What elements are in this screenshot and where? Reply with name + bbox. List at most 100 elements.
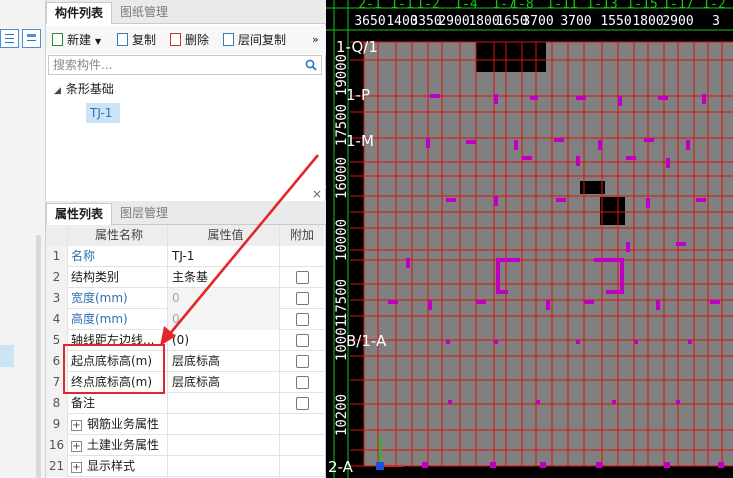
property-row[interactable]: 3 宽度(mm) 0 — [46, 288, 326, 309]
copy-icon — [117, 33, 128, 46]
column-mark — [634, 340, 638, 344]
floor-copy-button[interactable]: 层间复制 — [223, 31, 286, 49]
column-mark — [530, 96, 538, 100]
delete-button[interactable]: 删除 — [170, 31, 209, 49]
property-value[interactable]: 层底标高 — [168, 351, 280, 372]
column-mark — [576, 96, 586, 100]
add-checkbox[interactable] — [296, 292, 309, 305]
property-name: 结构类别 — [68, 267, 168, 288]
property-row[interactable]: 8 备注 — [46, 393, 326, 414]
panel-close-button[interactable]: × — [312, 188, 322, 200]
property-row[interactable]: 1 名称 TJ-1 — [46, 246, 326, 267]
property-value[interactable]: (0) — [168, 330, 280, 351]
column-mark — [688, 340, 692, 344]
column-mark — [496, 290, 508, 294]
tree-group-label: 条形基础 — [65, 82, 114, 96]
property-add-cell — [280, 309, 324, 330]
column-mark — [476, 300, 486, 304]
property-row[interactable]: 2 结构类别 主条基 — [46, 267, 326, 288]
property-name-label: 显示样式 — [87, 459, 136, 473]
row-index: 3 — [46, 288, 68, 309]
property-row[interactable]: 21 + 显示样式 — [46, 456, 326, 477]
collapse-triangle-icon[interactable]: ◢ — [54, 86, 61, 96]
column-mark — [554, 138, 564, 142]
search-box — [48, 55, 322, 75]
property-value[interactable] — [168, 414, 280, 435]
toolbar-more-button[interactable]: » — [312, 31, 319, 49]
property-name[interactable]: + 钢筋业务属性 — [68, 414, 168, 435]
left-dimension-label: 19000 — [334, 54, 350, 96]
left-dimension-label: 10000 — [334, 219, 350, 261]
column-mark — [540, 462, 546, 468]
property-value[interactable]: 主条基 — [168, 267, 280, 288]
column-mark — [656, 300, 660, 310]
column-mark — [406, 258, 410, 268]
property-row[interactable]: 4 高度(mm) 0 — [46, 309, 326, 330]
column-mark — [710, 300, 720, 304]
add-checkbox[interactable] — [296, 376, 309, 389]
search-input[interactable] — [49, 56, 299, 74]
add-checkbox[interactable] — [296, 313, 309, 326]
property-add-cell — [280, 288, 324, 309]
row-index: 21 — [46, 456, 68, 477]
row-index: 16 — [46, 435, 68, 456]
top-dimension-label: 3350 — [410, 14, 441, 29]
column-mark — [576, 156, 580, 166]
selected-item-highlight[interactable] — [0, 345, 14, 367]
property-row[interactable]: 9 + 钢筋业务属性 — [46, 414, 326, 435]
property-value[interactable] — [168, 456, 280, 477]
new-button[interactable]: 新建 ▼ — [52, 31, 101, 49]
column-mark — [466, 140, 476, 144]
copy-button[interactable]: 复制 — [117, 31, 156, 49]
add-checkbox[interactable] — [296, 355, 309, 368]
property-name[interactable]: + 土建业务属性 — [68, 435, 168, 456]
property-row[interactable]: 16 + 土建业务属性 — [46, 435, 326, 456]
property-value[interactable] — [168, 435, 280, 456]
expand-plus-icon[interactable]: + — [71, 462, 82, 473]
property-add-cell — [280, 393, 324, 414]
column-mark — [426, 138, 430, 148]
tree-group-strip-foundation[interactable]: ◢ 条形基础 — [54, 79, 114, 99]
column-mark — [496, 258, 500, 294]
column-axis-label: 1-8 — [510, 0, 533, 12]
left-dimension-label: 17500 — [334, 104, 350, 146]
list-view-icon[interactable] — [0, 29, 19, 48]
property-name[interactable]: + 显示样式 — [68, 456, 168, 477]
expand-plus-icon[interactable]: + — [71, 420, 82, 431]
slab-opening — [600, 197, 625, 225]
column-mark — [664, 462, 670, 468]
tab-drawing-management[interactable]: 图纸管理 — [112, 2, 176, 24]
expand-plus-icon[interactable]: + — [71, 441, 82, 452]
property-name: 宽度(mm) — [68, 288, 168, 309]
column-axis-label: 1-2 — [416, 0, 439, 12]
search-icon[interactable] — [305, 59, 317, 71]
column-mark — [428, 300, 432, 310]
column-mark — [536, 400, 540, 404]
add-checkbox[interactable] — [296, 334, 309, 347]
property-name-label: 钢筋业务属性 — [87, 417, 160, 431]
column-mark — [646, 198, 650, 208]
window-icon[interactable] — [22, 29, 41, 48]
row-axis-label: B/1-A — [346, 332, 387, 350]
property-value[interactable]: 层底标高 — [168, 372, 280, 393]
vertical-scrollbar[interactable] — [36, 235, 41, 478]
property-name-label: 土建业务属性 — [87, 438, 160, 452]
add-checkbox[interactable] — [296, 271, 309, 284]
tree-item-tj-1[interactable]: TJ-1 — [86, 103, 120, 123]
add-checkbox[interactable] — [296, 397, 309, 410]
column-mark — [430, 94, 440, 98]
property-value[interactable]: TJ-1 — [168, 246, 280, 267]
property-value[interactable]: 0 — [168, 309, 280, 330]
tab-layer-management[interactable]: 图层管理 — [112, 203, 176, 225]
column-mark — [546, 300, 550, 310]
dropdown-arrow-icon: ▼ — [95, 37, 102, 46]
floor-plan-drawing[interactable]: 2-1 1-1 1-2 1-4 1-71-8 1-11 1-13 1-15 1-17 1-2365… — [326, 0, 733, 478]
row-index: 8 — [46, 393, 68, 414]
property-value[interactable]: 0 — [168, 288, 280, 309]
header-value: 属性值 — [168, 225, 280, 246]
tab-component-list[interactable]: 构件列表 — [46, 2, 113, 24]
cad-drawing-canvas[interactable]: 2-1 1-1 1-2 1-4 1-7 1-8 1-11 1-13 1-15 1-17 1-2 365… — [326, 0, 733, 478]
property-name: 名称 — [68, 246, 168, 267]
property-value[interactable] — [168, 393, 280, 414]
tab-property-list[interactable]: 属性列表 — [46, 203, 113, 225]
